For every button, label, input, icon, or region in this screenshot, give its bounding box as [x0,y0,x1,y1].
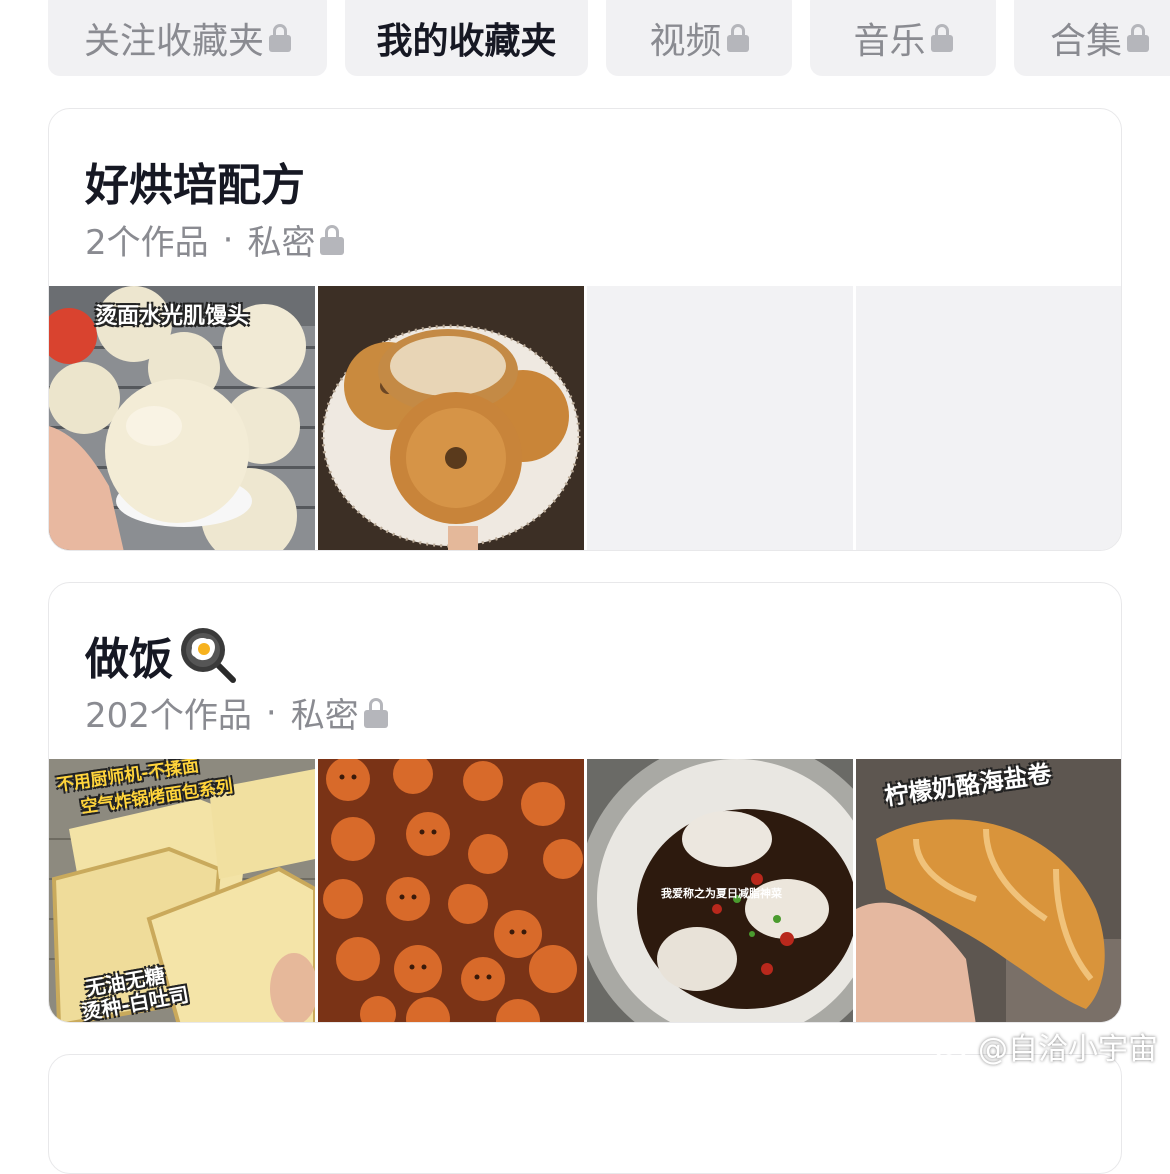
tab-label: 我的收藏夹 [376,21,557,62]
tab-my-favorites[interactable]: 我的收藏夹 [345,0,588,76]
collection-card-baking[interactable]: 好烘培配方 2个作品 · 私密 烫面水光肌馒头 [48,108,1122,551]
tab-following-favorites[interactable]: 关注收藏夹 [48,0,327,76]
video-thumbnail[interactable] [318,759,584,1022]
lock-icon [363,697,388,729]
collection-thumbnails: 不用厨师机-不揉面 空气炸锅烤面包系列 无油无糖 烫种-白吐司 我爱称之为夏日减… [49,759,1121,1022]
tab-collections[interactable]: 合集 [1014,0,1170,76]
video-thumbnail[interactable]: 柠檬奶酪海盐卷 [856,759,1121,1022]
video-thumbnail[interactable] [318,286,584,550]
collection-tab-bar: 关注收藏夹 我的收藏夹 视频 音乐 合集 [0,0,1170,76]
thumbnail-caption: 我爱称之为夏日减脂神菜 [661,887,782,900]
collection-thumbnails: 烫面水光肌馒头 [49,286,1121,550]
weibo-watermark: @自洽小宇宙 [934,1024,1158,1068]
lock-icon [1127,23,1150,53]
tab-label: 关注收藏夹 [83,21,264,62]
lock-icon [930,23,953,53]
meta-separator: · [222,219,234,260]
tab-label: 音乐 [853,21,926,62]
lock-icon [269,23,291,53]
collection-title-row: 做饭 [85,623,237,687]
lock-icon [726,23,749,53]
tab-label: 视频 [649,21,722,62]
empty-thumbnail [587,286,853,550]
bagels-image [318,286,584,550]
tab-label: 合集 [1050,21,1123,62]
privacy-label: 私密 [247,223,316,263]
thumbnail-caption: 烫面水光肌馒头 [95,304,250,329]
video-thumbnail[interactable]: 我爱称之为夏日减脂神菜 [587,759,853,1022]
weibo-logo-icon [934,1031,974,1061]
frying-pan-egg-icon [179,626,237,684]
video-thumbnail[interactable]: 烫面水光肌馒头 [49,286,315,550]
work-count: 202个作品 [85,696,252,736]
collection-title: 做饭 [85,634,173,685]
collection-meta: 202个作品 · 私密 [85,688,388,737]
tab-videos[interactable]: 视频 [606,0,792,76]
meta-separator: · [265,692,277,733]
animal-buns-image [318,759,584,1022]
video-thumbnail[interactable]: 不用厨师机-不揉面 空气炸锅烤面包系列 无油无糖 烫种-白吐司 [49,759,315,1022]
collection-title: 好烘培配方 [85,160,305,211]
tab-music[interactable]: 音乐 [810,0,996,76]
collection-card-cooking[interactable]: 做饭 202个作品 · 私密 不用厨师机-不揉面 空气炸锅烤面包系列 无油无糖 … [48,582,1122,1023]
collection-card-next[interactable] [48,1054,1122,1174]
work-count: 2个作品 [85,223,209,263]
watermark-text: @自洽小宇宙 [978,1032,1158,1067]
lock-icon [320,224,345,256]
empty-thumbnail [856,286,1121,550]
collection-meta: 2个作品 · 私密 [85,215,345,264]
privacy-label: 私密 [290,696,359,736]
